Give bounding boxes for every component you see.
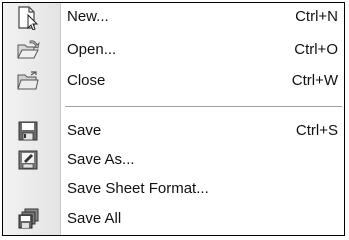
menu-separator <box>65 106 342 108</box>
menu-item-label: Save All <box>67 210 122 227</box>
menu-item-label: Close <box>67 72 106 89</box>
menu-item-label: Save As... <box>67 151 135 168</box>
open-folder-icon <box>16 39 40 61</box>
new-document-icon <box>16 6 40 31</box>
menu-item-label: Save <box>67 122 102 139</box>
menu-item-save-all[interactable]: Save All <box>3 205 344 233</box>
save-all-icon <box>16 208 40 230</box>
close-folder-icon <box>16 70 40 92</box>
save-disk-icon <box>16 120 40 142</box>
menu-item-label: Open... <box>67 41 117 58</box>
menu-item-save-as[interactable]: Save As... <box>3 146 344 174</box>
menu-item-label: Save Sheet Format... <box>67 180 209 197</box>
menu-item-label: New... <box>67 8 109 25</box>
menu-item-new[interactable]: New... Ctrl+N <box>3 3 344 31</box>
menu-item-shortcut: Ctrl+S <box>295 122 338 139</box>
save-as-icon <box>16 149 40 171</box>
menu-item-save[interactable]: Save Ctrl+S <box>3 117 344 145</box>
menu-item-open[interactable]: Open... Ctrl+O <box>3 36 344 64</box>
menu-item-shortcut: Ctrl+O <box>294 41 338 58</box>
file-menu: New... Ctrl+N Open... Ctrl+O Close Ctrl+… <box>2 2 345 236</box>
menu-item-shortcut: Ctrl+N <box>295 8 338 25</box>
menu-item-close[interactable]: Close Ctrl+W <box>3 67 344 95</box>
menu-item-shortcut: Ctrl+W <box>291 72 338 89</box>
menu-item-save-sheet-format[interactable]: Save Sheet Format... <box>3 175 344 203</box>
